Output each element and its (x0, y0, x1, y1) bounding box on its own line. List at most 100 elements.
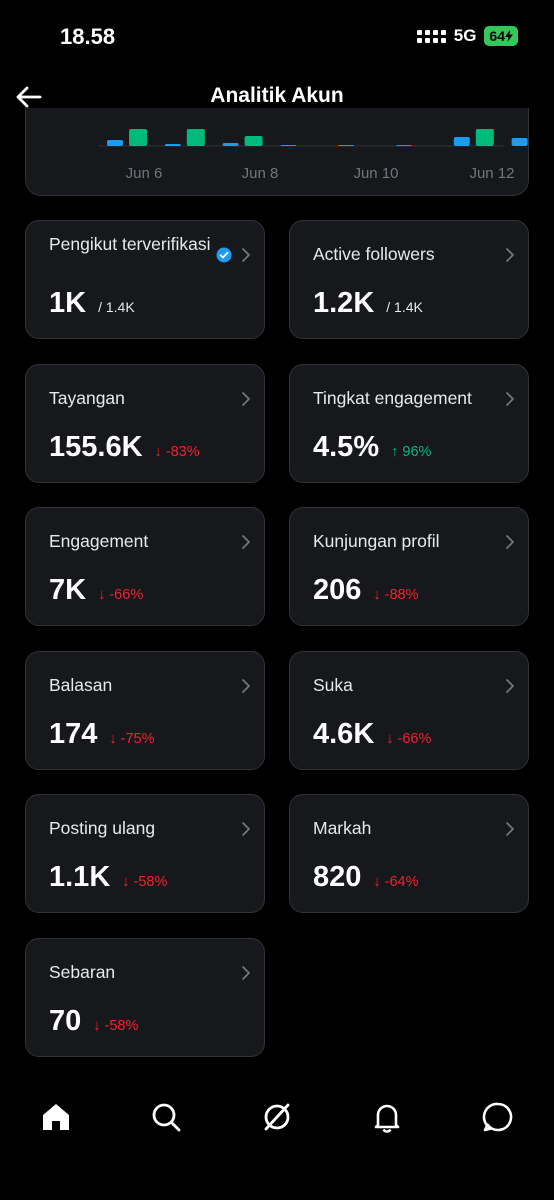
home-icon[interactable] (39, 1100, 73, 1134)
chart-bar (186, 129, 205, 146)
metric-card[interactable]: Engagement 7K ↓ -66% (25, 507, 265, 627)
metric-card[interactable]: Tingkat engagement 4.5% ↑ 96% (289, 363, 529, 483)
chevron-right-icon (242, 535, 250, 550)
grok-icon[interactable] (260, 1100, 294, 1134)
metric-label: Sebaran (49, 962, 116, 982)
chevron-right-icon (242, 248, 250, 262)
metric-total: / 1.4K (386, 299, 423, 315)
chevron-right-icon (506, 822, 514, 837)
metric-change: ↓ -83% (154, 443, 200, 460)
metric-value-row: 1K / 1.4K (49, 287, 135, 320)
metric-change: ↑ 96% (391, 443, 432, 460)
metric-value: 4.6K (313, 717, 375, 750)
battery-level: 64 (489, 28, 505, 44)
metric-change: ↓ -64% (373, 874, 419, 891)
metric-label: Pengikut terverifikasi (49, 234, 211, 254)
page-title: Analitik Akun (210, 84, 344, 107)
metric-card[interactable]: Posting ulang 1.1K ↓ -58% (25, 794, 265, 914)
metric-value-row: 70 ↓ -58% (49, 1005, 138, 1038)
chevron-right-icon (506, 248, 514, 262)
chart-bar (164, 144, 181, 146)
chart-bar (222, 143, 239, 146)
metric-value: 820 (313, 861, 362, 894)
metric-value: 70 (49, 1005, 82, 1037)
metric-value-row: 820 ↓ -64% (313, 861, 419, 894)
metric-card[interactable]: Active followers 1.2K / 1.4K (289, 220, 529, 339)
metric-label: Tingkat engagement (313, 387, 472, 408)
metric-change: ↓ -75% (109, 730, 155, 747)
chart-bar (396, 145, 412, 146)
status-time: 18.58 (60, 24, 116, 49)
metric-label: Balasan (49, 674, 113, 695)
metric-value-row: 155.6K ↓ -83% (49, 431, 200, 464)
metric-value: 1.1K (49, 861, 111, 894)
search-icon[interactable] (149, 1100, 183, 1134)
chart-bar (107, 140, 123, 146)
metric-value: 206 (313, 574, 362, 607)
x-tick-label: Jun 8 (242, 165, 279, 182)
chart-bar (511, 138, 528, 146)
metric-label: Posting ulang (49, 818, 156, 839)
metric-card[interactable]: Tayangan 155.6K ↓ -83% (25, 363, 265, 483)
metric-value: 174 (49, 717, 98, 750)
verified-badge-icon (216, 247, 232, 263)
status-bar: 18.58 5G 64 (0, 0, 554, 72)
metric-label: Engagement (49, 531, 149, 552)
signal-icon (416, 29, 446, 43)
chart-bar (280, 145, 297, 146)
metric-value: 1.2K (313, 287, 375, 319)
metric-change: ↓ -58% (122, 874, 168, 891)
metric-label: Active followers (313, 244, 435, 264)
metric-value-row: 1.2K / 1.4K (313, 287, 423, 320)
metric-change: ↓ -88% (373, 587, 419, 604)
metric-value-row: 4.5% ↑ 96% (313, 431, 431, 464)
notifications-icon[interactable] (370, 1100, 404, 1134)
status-indicators: 5G 64 (416, 26, 518, 46)
chart-bar (129, 129, 147, 146)
metric-card[interactable]: Sebaran 70 ↓ -58% (25, 938, 265, 1057)
metric-value-row: 206 ↓ -88% (313, 574, 419, 607)
chart-bar (244, 136, 263, 146)
metric-value: 1K (49, 287, 87, 319)
metric-card[interactable]: Pengikut terverifikasi 1K / 1.4K (25, 220, 265, 339)
metric-value-row: 7K ↓ -66% (49, 574, 143, 607)
metric-value-row: 1.1K ↓ -58% (49, 861, 167, 894)
metric-change: ↓ -58% (93, 1018, 139, 1034)
chevron-right-icon (242, 678, 250, 693)
metric-card[interactable]: Suka 4.6K ↓ -66% (289, 650, 529, 770)
metric-label: Markah (313, 818, 372, 839)
chevron-right-icon (506, 678, 514, 693)
chart-bar (453, 137, 470, 146)
metric-value: 4.5% (313, 430, 380, 463)
chart-bar (338, 145, 355, 146)
chevron-right-icon (242, 391, 250, 406)
metric-value-row: 4.6K ↓ -66% (313, 718, 431, 751)
chevron-right-icon (242, 822, 250, 837)
daily-chart: Jun 6 Jun 8 Jun 10 Jun 12 (25, 108, 529, 196)
chevron-right-icon (506, 391, 514, 406)
x-tick-label: Jun 12 (469, 165, 514, 182)
metric-card[interactable]: Kunjungan profil 206 ↓ -88% (289, 507, 529, 627)
chevron-right-icon (242, 966, 250, 980)
metric-change: ↓ -66% (98, 587, 144, 604)
metric-value: 7K (49, 574, 87, 607)
metric-label: Kunjungan profil (313, 531, 440, 552)
x-tick-label: Jun 10 (353, 165, 398, 182)
messages-icon[interactable] (481, 1100, 515, 1134)
metric-value: 155.6K (49, 430, 143, 463)
bottom-navigation (0, 1090, 554, 1150)
x-tick-label: Jun 6 (126, 165, 163, 182)
metric-label: Suka (313, 674, 353, 695)
metric-card[interactable]: Markah 820 ↓ -64% (289, 794, 529, 914)
metric-label: Tayangan (49, 387, 125, 408)
metric-total: / 1.4K (98, 299, 135, 315)
chevron-right-icon (506, 535, 514, 550)
metric-value-row: 174 ↓ -75% (49, 718, 155, 751)
chart-svg: Jun 6 Jun 8 Jun 10 Jun 12 (98, 129, 528, 182)
network-type: 5G (453, 26, 477, 45)
battery-icon: 64 (484, 26, 518, 46)
metric-change: ↓ -66% (386, 730, 432, 747)
chart-bar (475, 129, 494, 146)
metric-card[interactable]: Balasan 174 ↓ -75% (25, 650, 265, 770)
charging-bolt-icon (505, 30, 513, 42)
